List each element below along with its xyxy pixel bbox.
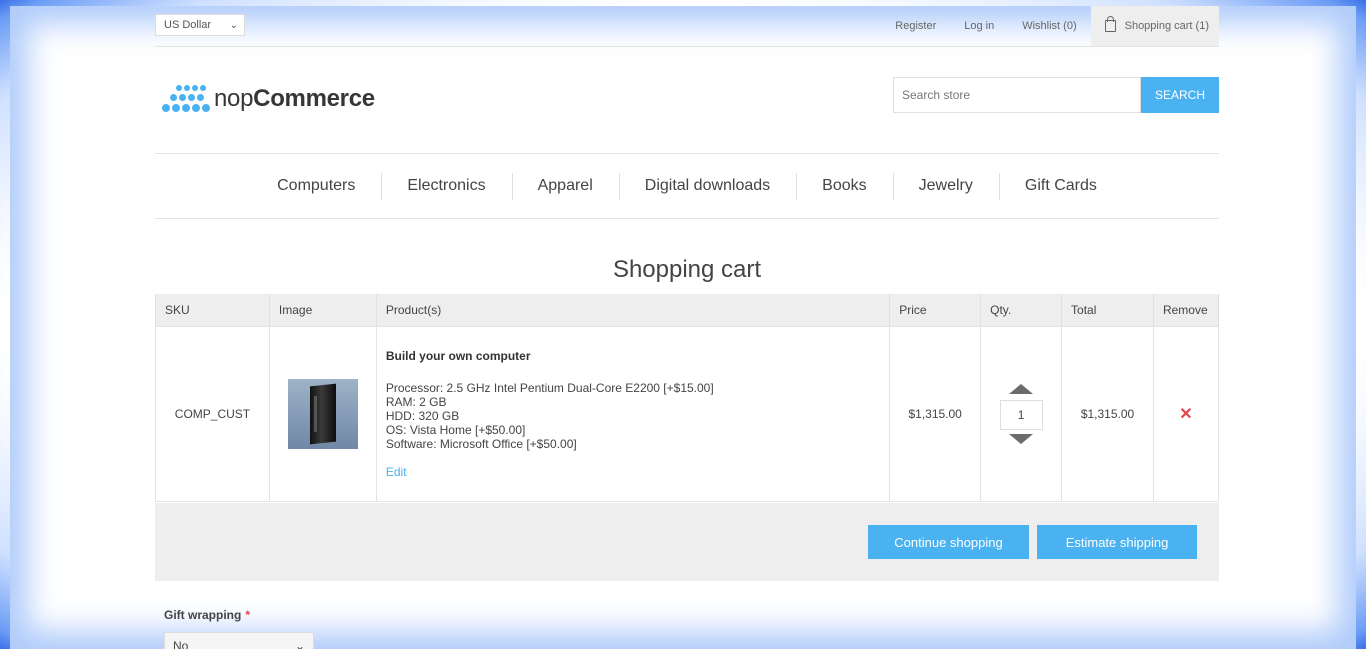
currency-selector[interactable]: US Dollar ⌄ [155, 14, 245, 36]
table-row: COMP_CUST Build your own computer Proces… [155, 326, 1220, 502]
shopping-cart-link[interactable]: Shopping cart (1) [1090, 6, 1219, 46]
menu-item-digital-downloads[interactable]: Digital downloads [618, 173, 796, 200]
edit-link[interactable]: Edit [386, 465, 407, 479]
store-logo[interactable]: nopCommerce [158, 81, 375, 117]
product-name-link[interactable]: Build your own computer [386, 349, 880, 363]
currency-value: US Dollar [164, 19, 212, 31]
chevron-down-icon: ⌄ [294, 639, 305, 649]
logo-text: nopCommerce [214, 85, 375, 112]
product-image[interactable] [287, 379, 358, 449]
cell-image [268, 326, 377, 502]
menu-item-books[interactable]: Books [796, 173, 892, 200]
required-marker: * [245, 608, 250, 622]
logo-dots-icon [158, 81, 210, 117]
menu-item-jewelry[interactable]: Jewelry [892, 173, 999, 200]
quantity-input[interactable] [999, 400, 1043, 430]
menu-item-gift-cards[interactable]: Gift Cards [998, 173, 1123, 200]
menu-item-apparel[interactable]: Apparel [511, 173, 619, 200]
register-link[interactable]: Register [895, 20, 936, 32]
header-image: Image [268, 294, 377, 327]
menu-item-electronics[interactable]: Electronics [381, 173, 511, 200]
header-products: Product(s) [375, 294, 891, 327]
gift-wrapping-select[interactable]: No ⌄ [164, 632, 314, 649]
cell-qty [980, 326, 1063, 502]
page-title: Shopping cart [612, 256, 762, 283]
product-attributes: Processor: 2.5 GHz Intel Pentium Dual-Co… [385, 381, 714, 451]
cell-total: $1,315.00 [1061, 326, 1154, 502]
gift-wrapping-value: No [173, 639, 189, 649]
cell-remove: ✕ [1152, 326, 1220, 502]
remove-icon[interactable]: ✕ [1179, 406, 1192, 423]
header-sku: SKU [155, 294, 270, 327]
menu-item-computers[interactable]: Computers [251, 177, 381, 195]
header-links: Register Log in Wishlist (0) Shopping ca… [867, 6, 1219, 46]
gift-wrapping-label: Gift wrapping * [164, 608, 250, 622]
cell-product: Build your own computer Processor: 2.5 G… [375, 326, 891, 502]
search-box: SEARCH [893, 77, 1219, 113]
search-input[interactable] [893, 77, 1141, 113]
shopping-cart-label: Shopping cart (1) [1124, 20, 1209, 32]
continue-shopping-button[interactable]: Continue shopping [868, 525, 1029, 559]
cart-buttons-bar: Continue shopping Estimate shipping [155, 503, 1219, 581]
cart-table-header: SKU Image Product(s) Price Qty. Total Re… [155, 294, 1220, 327]
wishlist-link[interactable]: Wishlist (0) [1022, 20, 1076, 32]
header-links-bar: US Dollar ⌄ Register Log in Wishlist (0)… [155, 6, 1219, 47]
cell-sku: COMP_CUST [155, 326, 270, 502]
cart-table: SKU Image Product(s) Price Qty. Total Re… [155, 294, 1220, 502]
cell-price: $1,315.00 [889, 326, 982, 502]
login-link[interactable]: Log in [964, 20, 994, 32]
header-price: Price [889, 294, 982, 327]
chevron-down-icon: ⌄ [229, 19, 238, 31]
header-remove: Remove [1152, 294, 1220, 327]
qty-decrease-icon[interactable] [1009, 434, 1034, 444]
top-menu: Computers Electronics Apparel Digital do… [155, 153, 1219, 219]
shopping-bag-icon [1104, 16, 1116, 32]
search-button[interactable]: SEARCH [1141, 77, 1219, 113]
store-page: US Dollar ⌄ Register Log in Wishlist (0)… [10, 6, 1356, 649]
header-total: Total [1061, 294, 1154, 327]
qty-increase-icon[interactable] [1009, 384, 1034, 394]
header-qty: Qty. [980, 294, 1063, 327]
estimate-shipping-button[interactable]: Estimate shipping [1037, 525, 1197, 559]
